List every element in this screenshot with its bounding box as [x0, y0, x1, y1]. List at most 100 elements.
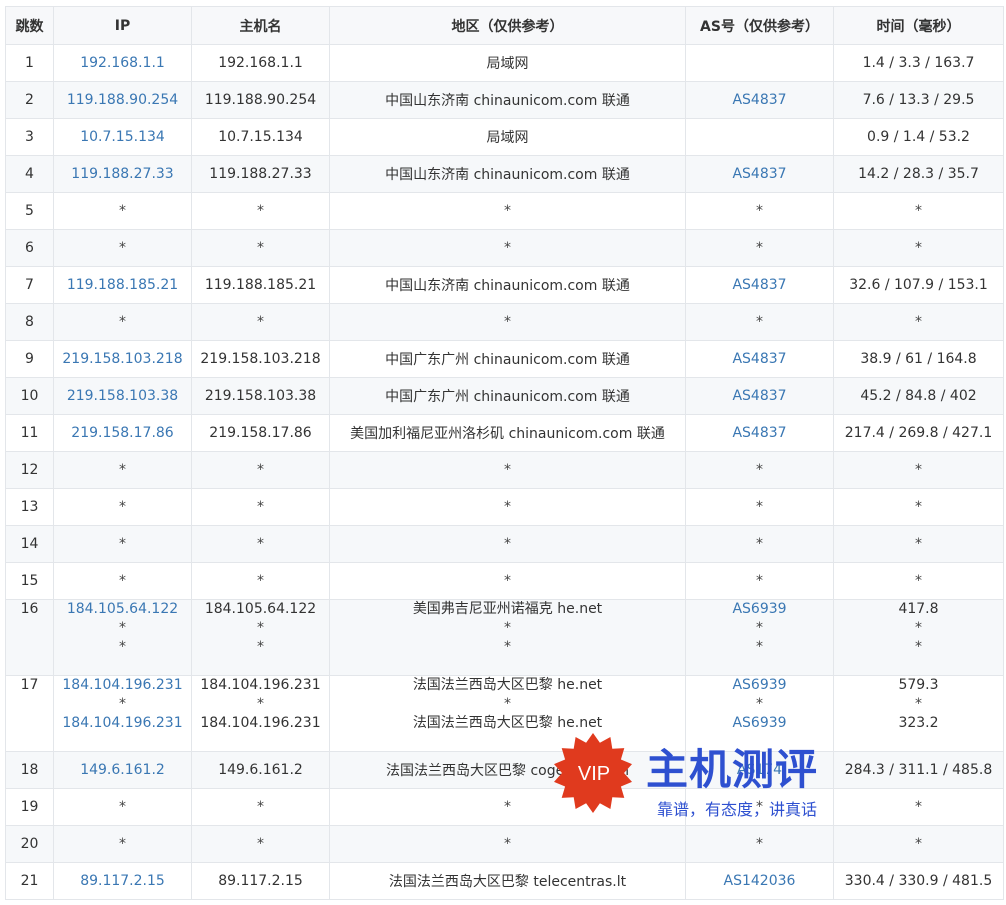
hostname-text: 184.104.196.231 — [200, 715, 321, 731]
as-link[interactable]: AS4837 — [686, 277, 833, 293]
cell-hop: 13 — [5, 488, 54, 526]
cell-as: * — [685, 451, 834, 489]
cell-hostname: * — [191, 562, 330, 600]
cell-as: * — [685, 229, 834, 267]
ip-link[interactable]: 119.188.27.33 — [54, 166, 191, 182]
cell-ip: 89.117.2.15 — [53, 862, 192, 900]
region-text: * — [504, 240, 511, 256]
as-text: * — [756, 620, 763, 636]
ip-link[interactable]: 184.104.196.231 — [54, 714, 191, 733]
as-text: * — [756, 314, 763, 330]
cell-as: AS142036 — [685, 862, 834, 900]
table-row: 13 * * * * * — [5, 488, 1004, 526]
as-text: * — [756, 639, 763, 655]
cell-time: 14.2 / 28.3 / 35.7 — [833, 155, 1004, 193]
time-text: * — [915, 639, 922, 655]
ip-link[interactable]: 119.188.90.254 — [54, 92, 191, 108]
cell-ip: * — [53, 788, 192, 826]
hostname-text: * — [257, 836, 264, 852]
time-text: * — [915, 499, 922, 515]
table-row: 4 119.188.27.33 119.188.27.33 中国山东济南 chinau… — [5, 155, 1004, 193]
as-link[interactable]: AS4837 — [686, 92, 833, 108]
time-text: 1.4 / 3.3 / 163.7 — [862, 55, 975, 71]
table-row: 5 * * * * * — [5, 192, 1004, 230]
region-text: * — [504, 836, 511, 852]
cell-hostname: * — [191, 451, 330, 489]
ip-link[interactable]: 10.7.15.134 — [54, 129, 191, 145]
hostname-text: * — [257, 620, 264, 636]
ip-link[interactable]: 119.188.185.21 — [54, 277, 191, 293]
cell-ip: * — [53, 229, 192, 267]
as-link[interactable]: AS142036 — [686, 873, 833, 889]
cell-region: * — [329, 229, 686, 267]
cell-time: * — [833, 525, 1004, 563]
as-link[interactable]: AS6939 — [686, 714, 833, 733]
time-text: * — [915, 536, 922, 552]
cell-as: AS4837 — [685, 414, 834, 452]
cell-region: * — [329, 451, 686, 489]
cell-time: * — [833, 451, 1004, 489]
table-row: 9 219.158.103.218 219.158.103.218 中国广东广州 ch… — [5, 340, 1004, 378]
ip-link[interactable]: 192.168.1.1 — [54, 55, 191, 71]
cell-as: * — [685, 488, 834, 526]
ip-text: * — [119, 836, 126, 852]
ip-link[interactable]: 89.117.2.15 — [54, 873, 191, 889]
cell-region: * — [329, 303, 686, 341]
ip-link[interactable]: 219.158.17.86 — [54, 425, 191, 441]
ip-link[interactable]: 219.158.103.218 — [54, 351, 191, 367]
as-link[interactable]: AS4837 — [686, 351, 833, 367]
ip-link[interactable]: 184.104.196.231 — [54, 676, 191, 695]
table-row: 10 219.158.103.38 219.158.103.38 中国广东广州 chi… — [5, 377, 1004, 415]
time-text: 14.2 / 28.3 / 35.7 — [858, 166, 979, 182]
cell-hostname: 219.158.17.86 — [191, 414, 330, 452]
cell-hostname: 192.168.1.1 — [191, 44, 330, 82]
cell-hostname: 149.6.161.2 — [191, 751, 330, 789]
cell-region: * — [329, 525, 686, 563]
cell-hop: 11 — [5, 414, 54, 452]
time-text: 284.3 / 311.1 / 485.8 — [844, 762, 993, 778]
cell-region: * — [329, 192, 686, 230]
table-row: 20 * * * * * — [5, 825, 1004, 863]
as-link[interactable]: AS174 — [686, 762, 833, 778]
as-link[interactable]: AS4837 — [686, 388, 833, 404]
as-link[interactable]: AS4837 — [686, 425, 833, 441]
as-link[interactable]: AS4837 — [686, 166, 833, 182]
cell-ip: * — [53, 825, 192, 863]
region-text: 中国山东济南 chinaunicom.com 联通 — [385, 93, 630, 109]
header-as: AS号（仅供参考） — [685, 6, 834, 45]
ip-text: * — [119, 696, 126, 712]
cell-hop: 9 — [5, 340, 54, 378]
time-text: * — [915, 573, 922, 589]
table-row: 17 184.104.196.231 * 184.104.196.231 184.104… — [5, 675, 1004, 752]
table-body: 1 192.168.1.1 192.168.1.1 局域网 1.4 / 3.3 / 16… — [5, 44, 1004, 900]
table-row: 12 * * * * * — [5, 451, 1004, 489]
cell-hostname: * — [191, 525, 330, 563]
table-row: 8 * * * * * — [5, 303, 1004, 341]
hostname-text: 149.6.161.2 — [218, 762, 303, 778]
cell-hop: 18 — [5, 751, 54, 789]
region-text: * — [504, 536, 511, 552]
ip-text: * — [119, 573, 126, 589]
time-text: * — [915, 620, 922, 636]
as-link[interactable]: AS6939 — [686, 600, 833, 619]
region-text: * — [504, 620, 511, 636]
cell-hop: 15 — [5, 562, 54, 600]
cell-ip: 119.188.27.33 — [53, 155, 192, 193]
as-link[interactable]: AS6939 — [686, 676, 833, 695]
ip-link[interactable]: 219.158.103.38 — [54, 388, 191, 404]
cell-as: AS174 — [685, 751, 834, 789]
cell-hostname: 10.7.15.134 — [191, 118, 330, 156]
cell-hostname: 184.104.196.231 * 184.104.196.231 — [191, 675, 330, 752]
ip-text: * — [119, 536, 126, 552]
ip-link[interactable]: 184.105.64.122 — [54, 600, 191, 619]
cell-as: * — [685, 825, 834, 863]
cell-hostname: 119.188.185.21 — [191, 266, 330, 304]
region-text: * — [504, 696, 511, 712]
time-text: * — [915, 314, 922, 330]
as-text: * — [756, 462, 763, 478]
ip-text: * — [119, 639, 126, 655]
cell-ip: 219.158.103.218 — [53, 340, 192, 378]
ip-link[interactable]: 149.6.161.2 — [54, 762, 191, 778]
table-row: 19 * * * * * — [5, 788, 1004, 826]
cell-as — [685, 118, 834, 156]
